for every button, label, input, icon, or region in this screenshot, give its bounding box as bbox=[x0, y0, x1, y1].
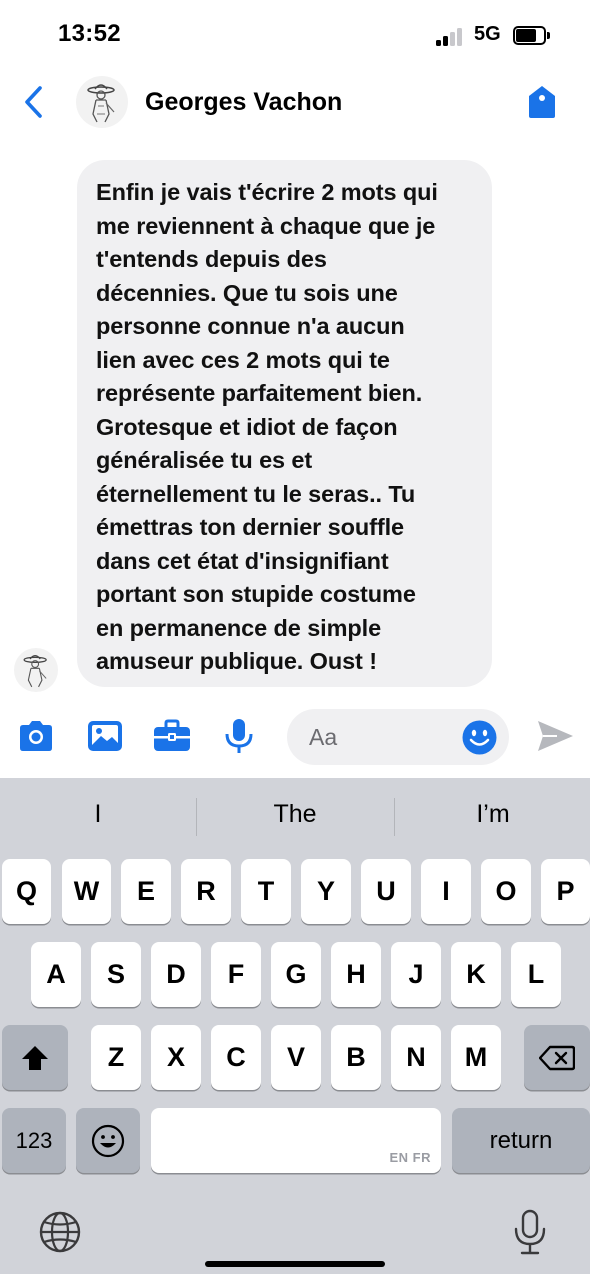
numbers-key[interactable]: 123 bbox=[2, 1108, 66, 1173]
message-line: lien avec ces 2 mots qui te bbox=[96, 346, 390, 373]
message-input-placeholder: Aa bbox=[309, 724, 338, 750]
briefcase-icon bbox=[154, 719, 190, 751]
key-p[interactable]: P bbox=[541, 859, 590, 924]
message-input[interactable]: Aa bbox=[287, 709, 509, 765]
key-k[interactable]: K bbox=[451, 942, 501, 1007]
predictive-bar: I The I’m bbox=[0, 778, 590, 856]
shift-arrow-icon bbox=[22, 1045, 48, 1070]
key-s[interactable]: S bbox=[91, 942, 141, 1007]
emoji-button[interactable] bbox=[462, 720, 497, 755]
key-a[interactable]: A bbox=[31, 942, 81, 1007]
message-line: portant son stupide costume bbox=[96, 581, 416, 607]
message-line: t'entends depuis des bbox=[96, 246, 327, 272]
key-b[interactable]: B bbox=[331, 1025, 381, 1090]
chat-header: Georges Vachon bbox=[0, 70, 590, 136]
key-x[interactable]: X bbox=[151, 1025, 201, 1090]
suggestion-1[interactable]: I bbox=[0, 800, 196, 836]
emoji-keyboard-key[interactable] bbox=[76, 1108, 140, 1173]
keyboard: I The I’m Q W E R T Y U I O P A S D F G … bbox=[0, 778, 590, 1274]
camera-icon bbox=[20, 721, 52, 751]
message-composer: Aa bbox=[0, 696, 590, 778]
key-y[interactable]: Y bbox=[301, 859, 351, 924]
message-line: émettras ton dernier souffle bbox=[96, 514, 404, 540]
key-m[interactable]: M bbox=[451, 1025, 501, 1090]
cowboy-sketch-icon bbox=[23, 654, 47, 688]
suggestion-2[interactable]: The bbox=[197, 800, 393, 836]
message-line: généralisée tu es et bbox=[96, 447, 313, 473]
suggestion-3[interactable]: I’m bbox=[395, 800, 590, 836]
message-list[interactable]: Enfin je vais t'écrire 2 mots qui me rev… bbox=[0, 136, 590, 696]
message-line: représente parfaitement bien. bbox=[96, 380, 423, 406]
cellular-signal-icon bbox=[436, 28, 466, 46]
battery-icon bbox=[513, 26, 550, 45]
sender-avatar[interactable] bbox=[14, 648, 58, 692]
globe-icon bbox=[39, 1211, 81, 1253]
message-line: amuseur publique. Oust ! bbox=[96, 648, 377, 674]
smiley-icon bbox=[91, 1124, 125, 1157]
network-type: 5G bbox=[474, 23, 501, 45]
key-o[interactable]: O bbox=[481, 859, 531, 924]
key-t[interactable]: T bbox=[241, 859, 291, 924]
tag-button[interactable] bbox=[525, 82, 559, 122]
key-n[interactable]: N bbox=[391, 1025, 441, 1090]
emoji-icon bbox=[462, 720, 497, 755]
key-i[interactable]: I bbox=[421, 859, 471, 924]
status-time: 13:52 bbox=[58, 20, 121, 47]
message-text: Enfin je vais t'écrire 2 mots qui me rev… bbox=[96, 176, 480, 679]
message-line: me reviennent à chaque que je bbox=[96, 212, 436, 239]
contact-name[interactable]: Georges Vachon bbox=[145, 88, 342, 117]
home-indicator[interactable] bbox=[205, 1261, 385, 1267]
key-j[interactable]: J bbox=[391, 942, 441, 1007]
contact-avatar[interactable] bbox=[76, 76, 128, 128]
return-key[interactable]: return bbox=[452, 1108, 590, 1173]
key-e[interactable]: E bbox=[121, 859, 171, 924]
key-z[interactable]: Z bbox=[91, 1025, 141, 1090]
delete-backward-icon bbox=[539, 1045, 575, 1070]
received-message-bubble[interactable]: Enfin je vais t'écrire 2 mots qui me rev… bbox=[77, 160, 492, 687]
key-v[interactable]: V bbox=[271, 1025, 321, 1090]
chevron-left-icon bbox=[25, 86, 42, 118]
message-line: Enfin je vais t'écrire 2 mots qui bbox=[96, 179, 438, 205]
key-u[interactable]: U bbox=[361, 859, 411, 924]
space-key[interactable]: EN FR bbox=[151, 1108, 441, 1173]
gallery-button[interactable] bbox=[85, 718, 125, 754]
dictation-microphone-icon bbox=[514, 1209, 546, 1255]
status-bar: 13:52 5G bbox=[0, 0, 590, 70]
key-q[interactable]: Q bbox=[2, 859, 51, 924]
key-w[interactable]: W bbox=[62, 859, 111, 924]
message-line: personne connue n'a aucun bbox=[96, 313, 405, 339]
image-icon bbox=[88, 721, 122, 751]
shift-key[interactable] bbox=[2, 1025, 68, 1090]
message-line: dans cet état d'insignifiant bbox=[96, 547, 389, 574]
microphone-icon bbox=[225, 719, 253, 753]
message-line: éternellement tu le seras.. Tu bbox=[96, 480, 416, 507]
key-g[interactable]: G bbox=[271, 942, 321, 1007]
message-line: décennies. Que tu sois une bbox=[96, 279, 398, 306]
key-l[interactable]: L bbox=[511, 942, 561, 1007]
globe-button[interactable] bbox=[38, 1210, 82, 1254]
space-language-hint: EN FR bbox=[389, 1150, 431, 1165]
voice-message-button[interactable] bbox=[219, 718, 259, 754]
apps-button[interactable] bbox=[152, 718, 192, 754]
tag-icon bbox=[529, 86, 555, 118]
backspace-key[interactable] bbox=[524, 1025, 590, 1090]
cowboy-sketch-icon bbox=[87, 84, 115, 123]
key-h[interactable]: H bbox=[331, 942, 381, 1007]
camera-button[interactable] bbox=[16, 718, 56, 754]
message-line: Grotesque et idiot de façon bbox=[96, 413, 398, 440]
send-icon bbox=[538, 721, 573, 751]
key-d[interactable]: D bbox=[151, 942, 201, 1007]
key-r[interactable]: R bbox=[181, 859, 231, 924]
message-line: en permanence de simple bbox=[96, 614, 382, 641]
key-f[interactable]: F bbox=[211, 942, 261, 1007]
dictation-button[interactable] bbox=[512, 1208, 548, 1256]
send-button[interactable] bbox=[535, 718, 575, 754]
key-c[interactable]: C bbox=[211, 1025, 261, 1090]
back-button[interactable] bbox=[18, 82, 52, 122]
